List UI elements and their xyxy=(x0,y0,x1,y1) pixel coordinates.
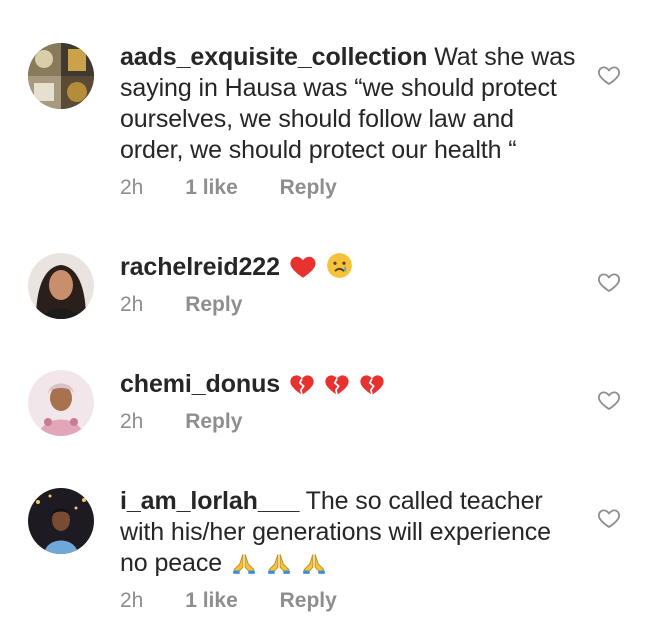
comment-time: 2h xyxy=(120,176,144,199)
comment-meta: 2h Reply xyxy=(120,293,278,317)
reply-button[interactable]: Reply xyxy=(280,589,337,613)
folded-hands-icon xyxy=(266,551,292,583)
comment-meta: 2h 1 like Reply xyxy=(120,176,373,200)
comment-username[interactable]: aads_exquisite_collection xyxy=(120,43,427,71)
comment-meta: 2h Reply xyxy=(120,410,278,434)
crying-face-icon xyxy=(326,252,353,287)
comment-username[interactable]: i_am_lorlah___ xyxy=(120,487,299,515)
broken-heart-icon xyxy=(289,372,315,404)
folded-hands-icon xyxy=(301,551,327,583)
reply-button[interactable]: Reply xyxy=(185,410,242,434)
comment-text: rachelreid222 xyxy=(120,252,580,287)
comment-time: 2h xyxy=(120,589,144,612)
avatar[interactable] xyxy=(28,370,94,436)
red-heart-icon xyxy=(289,253,317,287)
comment-meta: 2h 1 like Reply xyxy=(120,589,373,613)
woman-avatar-icon xyxy=(28,253,94,319)
comment-username[interactable]: chemi_donus xyxy=(120,370,280,398)
comment-username[interactable]: rachelreid222 xyxy=(120,253,280,281)
folded-hands-icon xyxy=(231,551,257,583)
like-heart-icon[interactable] xyxy=(597,63,621,87)
reply-button[interactable]: Reply xyxy=(185,293,242,317)
comment-likes[interactable]: 1 like xyxy=(185,176,238,200)
avatar[interactable] xyxy=(28,253,94,319)
woman-night-avatar-icon xyxy=(28,488,94,554)
comment-likes[interactable]: 1 like xyxy=(185,589,238,613)
comment-text: aads_exquisite_collection Wat she was sa… xyxy=(120,42,580,166)
reply-button[interactable]: Reply xyxy=(280,176,337,200)
like-heart-icon[interactable] xyxy=(597,388,621,412)
comment-text: chemi_donus xyxy=(120,369,580,404)
broken-heart-icon xyxy=(324,372,350,404)
comment-text: i_am_lorlah___ The so called teacher wit… xyxy=(120,486,580,583)
woman-pink-avatar-icon xyxy=(28,370,94,436)
comment-time: 2h xyxy=(120,293,144,316)
broken-heart-icon xyxy=(359,372,385,404)
like-heart-icon[interactable] xyxy=(597,506,621,530)
avatar[interactable] xyxy=(28,488,94,554)
like-heart-icon[interactable] xyxy=(597,270,621,294)
comment-time: 2h xyxy=(120,410,144,433)
collage-avatar-icon xyxy=(28,43,94,109)
avatar[interactable] xyxy=(28,43,94,109)
